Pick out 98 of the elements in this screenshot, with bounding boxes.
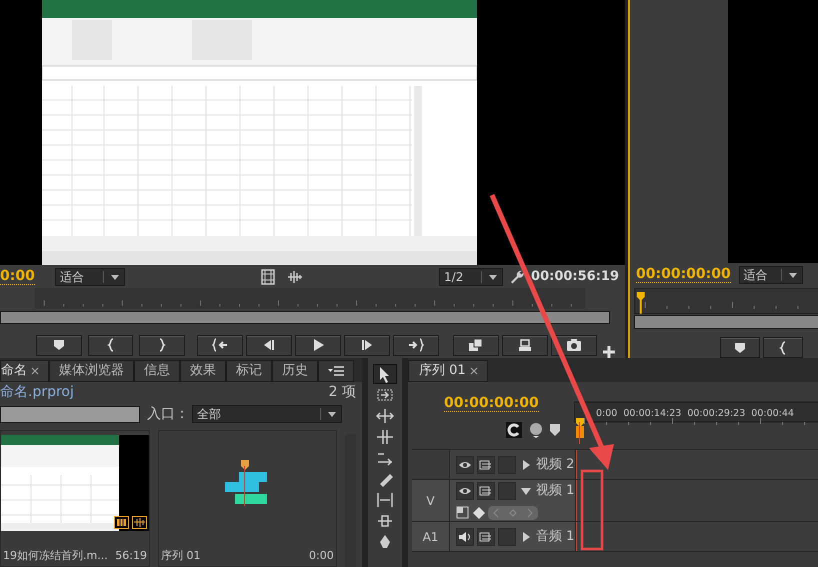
track-lock-icon	[479, 460, 493, 470]
selection-tool-tool[interactable]	[373, 364, 397, 384]
speaker-toggle[interactable]	[456, 528, 474, 546]
caret-icon	[488, 272, 498, 281]
track-name: 音频 1	[536, 528, 574, 546]
panel-tab[interactable]: 历史	[272, 360, 318, 382]
panel-tab[interactable]: 信息	[134, 360, 180, 382]
link-icon[interactable]	[528, 422, 544, 438]
zoom-dropdown[interactable]: 适合	[738, 266, 803, 284]
video-badge-icon	[114, 516, 129, 529]
film-icon[interactable]	[260, 268, 275, 285]
ripple-edit-icon	[376, 407, 394, 425]
sync-lock-toggle[interactable]	[477, 482, 495, 500]
expand-toggle-icon[interactable]	[521, 486, 531, 496]
sync-lock-toggle[interactable]	[477, 456, 495, 474]
panel-tab[interactable]: 媒体浏览器	[49, 360, 134, 382]
expand-toggle-icon[interactable]	[521, 532, 531, 542]
go-to-in-button[interactable]	[197, 334, 244, 356]
caret-icon	[327, 410, 337, 418]
mark-in-button[interactable]	[88, 334, 134, 356]
close-icon[interactable]	[31, 367, 39, 375]
entry-dropdown[interactable]: 全部	[192, 405, 342, 423]
mark-in-icon	[106, 338, 115, 352]
eye-icon	[458, 460, 472, 470]
ruler-label: 00:00:14:23	[623, 407, 682, 421]
item-count: 2 项	[328, 382, 356, 402]
sync-lock-toggle[interactable]	[477, 528, 495, 546]
caret-icon	[788, 271, 798, 280]
ruler-label: 0:00	[596, 407, 618, 421]
display-style-icon[interactable]	[456, 506, 470, 520]
entry-label: 入口：	[147, 404, 189, 424]
caret-icon	[110, 272, 120, 281]
eye-toggle[interactable]	[456, 482, 474, 500]
track-lock-icon	[479, 486, 493, 496]
timecode[interactable]: 00:00:00:00	[444, 396, 539, 412]
item-name: 序列 01	[161, 548, 200, 564]
time-ruler[interactable]	[634, 288, 818, 314]
add-marker-button[interactable]	[720, 337, 760, 358]
snap-icon[interactable]	[506, 422, 522, 438]
scroll-bar[interactable]	[634, 315, 818, 329]
keyframe-icon[interactable]	[473, 506, 485, 519]
track-lock-icon	[479, 532, 493, 542]
timecode[interactable]: 00:00:00:00	[636, 267, 731, 284]
play-button[interactable]	[295, 334, 342, 356]
search-field[interactable]	[0, 406, 140, 422]
step-back-button[interactable]	[246, 334, 292, 356]
go-to-in-icon	[212, 337, 228, 353]
insert-icon	[468, 337, 484, 353]
expand-toggle-icon[interactable]	[521, 460, 531, 470]
panel-menu-button[interactable]	[318, 360, 354, 382]
ruler-label: 00:00:44	[751, 407, 794, 421]
mark-out-icon	[158, 338, 166, 352]
track-target[interactable]: V	[426, 492, 435, 510]
eye-toggle[interactable]	[456, 456, 474, 474]
track-name: 视频 1	[536, 482, 574, 500]
track-name: 视频 2	[536, 456, 574, 474]
panel-tab[interactable]: 命名	[0, 360, 49, 382]
marker-icon[interactable]	[550, 424, 560, 436]
insert-button[interactable]	[453, 334, 500, 356]
mark-in-button[interactable]	[763, 337, 803, 358]
mark-in-icon	[779, 340, 787, 354]
item-duration: 56:19	[115, 548, 147, 564]
overwrite-icon	[517, 337, 534, 353]
lock-toggle[interactable]	[498, 528, 516, 546]
wrench-icon[interactable]	[509, 268, 526, 285]
sequence-icon	[225, 460, 270, 506]
ripple-edit-tool[interactable]	[373, 406, 397, 426]
ruler-label: 00:00:29:23	[687, 407, 746, 421]
eye-icon	[458, 486, 472, 496]
go-to-out-button[interactable]	[393, 334, 440, 356]
resolution-dropdown[interactable]: 1/2	[439, 268, 504, 286]
bin-item[interactable]: 序列 01 0:00	[158, 430, 337, 567]
lock-toggle[interactable]	[498, 482, 516, 500]
close-icon[interactable]	[470, 367, 478, 375]
mark-out-button[interactable]	[139, 334, 186, 356]
bin-item[interactable]: 19如何冻结首列.m... 56:19	[0, 430, 150, 567]
audio-badge-icon	[132, 516, 147, 529]
speaker-icon	[458, 532, 472, 542]
overwrite-button[interactable]	[502, 334, 548, 356]
panel-tab[interactable]: 效果	[180, 360, 226, 382]
project-name: 命名.prproj	[0, 382, 74, 402]
panel-tab[interactable]: 标记	[226, 360, 272, 382]
go-to-out-icon	[408, 337, 424, 353]
menu-icon	[328, 366, 344, 376]
timecode[interactable]: 0:00	[0, 268, 35, 285]
sequence-tab[interactable]: 序列 01	[408, 360, 488, 382]
item-duration: 0:00	[309, 548, 334, 564]
audio-wave-icon[interactable]	[286, 270, 303, 284]
step-forward-button[interactable]	[344, 334, 390, 356]
add-icon[interactable]	[603, 346, 615, 358]
item-name: 19如何冻结首列.m...	[3, 548, 108, 564]
rolling-edit-icon	[376, 428, 394, 446]
scroll-bar[interactable]	[0, 311, 610, 324]
add-marker-button[interactable]	[36, 334, 82, 356]
duration: 00:00:56:19	[531, 268, 620, 286]
zoom-dropdown[interactable]: 适合	[54, 268, 125, 286]
camera-icon	[566, 337, 582, 353]
slip-icon	[376, 491, 394, 509]
